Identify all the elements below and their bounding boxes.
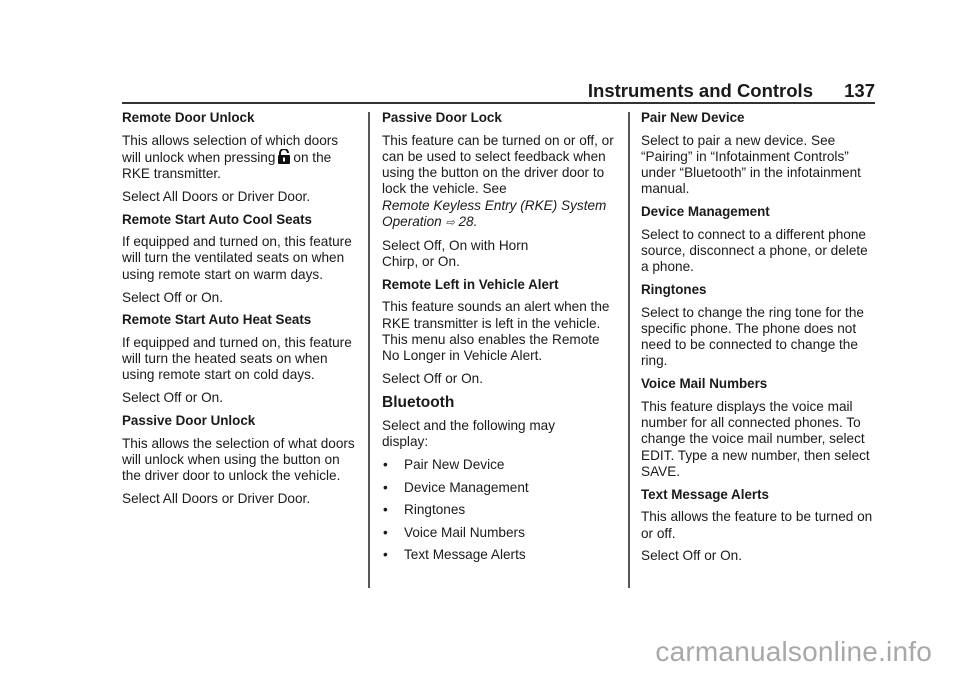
bullet-icon: • bbox=[383, 479, 388, 495]
list-item: • Voice Mail Numbers bbox=[382, 525, 620, 541]
section-text: This allows the feature to be turned on … bbox=[641, 509, 873, 541]
section-device-management: Device Management Select to connect to a… bbox=[641, 204, 879, 275]
section-title: Instruments and Controls bbox=[587, 80, 813, 101]
section-text: Select to pair a new device. See “Pairin… bbox=[641, 132, 861, 197]
list-item-label: Ringtones bbox=[404, 502, 466, 518]
section-bluetooth: Bluetooth Select and the following may d… bbox=[382, 394, 620, 564]
section-heading: Text Message Alerts bbox=[641, 486, 770, 502]
bullet-icon: • bbox=[383, 456, 388, 472]
section-remote-start-heat-seats: Remote Start Auto Heat Seats If equipped… bbox=[122, 312, 360, 406]
section-text: This feature displays the voice mail num… bbox=[641, 398, 870, 479]
section-text: Select to connect to a different phone s… bbox=[641, 226, 868, 275]
list-item: • Text Message Alerts bbox=[382, 547, 620, 563]
section-select-text: Select All Doors or Driver Door. bbox=[122, 490, 311, 506]
section-heading: Ringtones bbox=[641, 282, 707, 298]
section-text-message-alerts: Text Message Alerts This allows the feat… bbox=[641, 487, 879, 565]
section-passive-door-lock: Passive Door Lock This feature can be tu… bbox=[382, 110, 620, 270]
section-pair-new-device: Pair New Device Select to pair a new dev… bbox=[641, 110, 879, 198]
cross-reference-page: 28 bbox=[458, 213, 474, 229]
unlock-icon bbox=[278, 148, 291, 164]
section-text: This allows the selection of what doors … bbox=[122, 435, 355, 484]
section-heading: Remote Left in Vehicle Alert bbox=[382, 276, 559, 292]
section-select-text: Select Off or On. bbox=[641, 548, 742, 564]
section-text: This feature sounds an alert when the RK… bbox=[382, 299, 610, 364]
section-text: This allows selection of which doors wil… bbox=[122, 133, 360, 183]
list-item: • Device Management bbox=[382, 480, 620, 496]
bluetooth-menu-list: • Pair New Device • Device Management • Rin… bbox=[382, 457, 620, 564]
column-3: Pair New Device Select to pair a new dev… bbox=[641, 110, 879, 571]
section-text: If equipped and turned on, this feature … bbox=[122, 334, 352, 383]
list-item-label: Pair New Device bbox=[404, 456, 505, 472]
section-heading-major: Bluetooth bbox=[382, 393, 455, 411]
column-divider bbox=[628, 112, 630, 588]
section-heading: Voice Mail Numbers bbox=[641, 376, 768, 392]
section-passive-door-unlock: Passive Door Unlock This allows the sele… bbox=[122, 413, 360, 507]
section-heading: Pair New Device bbox=[641, 110, 745, 125]
list-item: • Ringtones bbox=[382, 502, 620, 518]
section-select-text: Select Off or On. bbox=[122, 289, 223, 305]
page-number: 137 bbox=[844, 80, 875, 101]
list-item-label: Text Message Alerts bbox=[404, 547, 526, 563]
cross-reference-link[interactable]: Remote Keyless Entry (RKE) System Operat… bbox=[382, 198, 606, 229]
column-1: Remote Door Unlock This allows selection… bbox=[122, 110, 360, 514]
bullet-icon: • bbox=[383, 502, 388, 518]
list-item-label: Device Management bbox=[404, 479, 529, 495]
cross-reference-title: Remote Keyless Entry (RKE) System Operat… bbox=[382, 197, 607, 229]
section-text: Select and the following may display: bbox=[382, 417, 556, 450]
list-item: • Pair New Device bbox=[382, 457, 620, 473]
arrow-icon: ⇨ bbox=[445, 216, 455, 229]
section-remote-start-cool-seats: Remote Start Auto Cool Seats If equipped… bbox=[122, 212, 360, 306]
section-text: This feature can be turned on or off, or… bbox=[382, 133, 620, 232]
bullet-icon: • bbox=[383, 547, 388, 563]
section-heading: Device Management bbox=[641, 204, 770, 220]
section-select-text: Select All Doors or Driver Door. bbox=[122, 188, 311, 204]
section-heading: Passive Door Lock bbox=[382, 110, 502, 125]
section-text: Select to change the ring tone for the s… bbox=[641, 304, 864, 369]
section-heading: Passive Door Unlock bbox=[122, 413, 256, 429]
column-divider bbox=[368, 112, 370, 588]
section-ringtones: Ringtones Select to change the ring tone… bbox=[641, 282, 879, 370]
section-remote-door-unlock: Remote Door Unlock This allows selection… bbox=[122, 110, 360, 205]
period: . bbox=[473, 213, 478, 229]
section-remote-left-alert: Remote Left in Vehicle Alert This featur… bbox=[382, 277, 620, 387]
watermark: carmanualsonline.info bbox=[655, 636, 932, 667]
page-header: Instruments and Controls 137 bbox=[122, 78, 875, 102]
section-select-text: Select Off or On. bbox=[382, 371, 483, 387]
header-rule bbox=[122, 102, 875, 104]
section-text: If equipped and turned on, this feature … bbox=[122, 234, 352, 282]
section-select-text: Select Off, On with Horn Chirp, or On. bbox=[382, 237, 529, 270]
section-heading: Remote Start Auto Heat Seats bbox=[122, 312, 312, 328]
section-heading: Remote Start Auto Cool Seats bbox=[122, 211, 312, 227]
section-heading: Remote Door Unlock bbox=[122, 110, 255, 125]
list-item-label: Voice Mail Numbers bbox=[404, 524, 525, 540]
text-body: This feature can be turned on or off, or… bbox=[382, 132, 614, 197]
section-voice-mail-numbers: Voice Mail Numbers This feature displays… bbox=[641, 376, 879, 480]
section-select-text: Select Off or On. bbox=[122, 390, 223, 406]
bullet-icon: • bbox=[383, 524, 388, 540]
column-2: Passive Door Lock This feature can be tu… bbox=[382, 110, 620, 570]
